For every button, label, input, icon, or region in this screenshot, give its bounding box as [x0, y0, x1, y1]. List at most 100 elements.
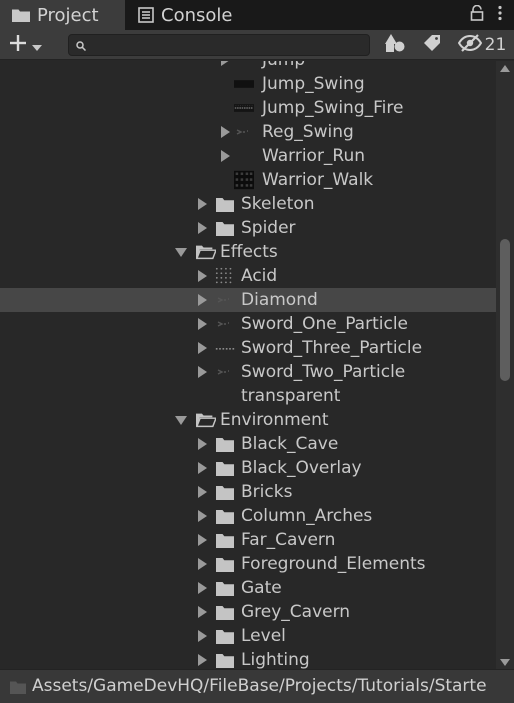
collapse-arrow-icon[interactable]: [195, 504, 209, 528]
tree-row-label: Diamond: [241, 290, 318, 310]
sprite-grid-thumb-icon: [234, 170, 254, 190]
tree-row[interactable]: Black_Overlay: [0, 456, 496, 480]
tree-row[interactable]: Sword_One_Particle: [0, 312, 496, 336]
folder-icon: [215, 555, 235, 573]
folder-icon: [215, 651, 235, 669]
lock-icon[interactable]: [470, 4, 484, 25]
tree-row[interactable]: Skeleton: [0, 192, 496, 216]
collapse-arrow-icon[interactable]: [195, 456, 209, 480]
eye-slash-icon: [457, 33, 482, 57]
create-asset-button[interactable]: [8, 33, 52, 57]
tab-console-label: Console: [161, 4, 233, 26]
collapse-arrow-icon[interactable]: [195, 552, 209, 576]
tree-row[interactable]: Reg_Swing: [0, 120, 496, 144]
scrollbar-thumb[interactable]: [500, 239, 510, 381]
asset-path: Assets/GameDevHQ/FileBase/Projects/Tutor…: [32, 676, 487, 696]
search-box[interactable]: [68, 34, 370, 56]
tree-row[interactable]: Jump_Swing: [0, 72, 496, 96]
collapse-arrow-icon[interactable]: [195, 648, 209, 669]
tree-row-label: Warrior_Run: [262, 146, 366, 166]
collapse-arrow-icon[interactable]: [218, 61, 232, 72]
tree-row[interactable]: Lighting: [0, 648, 496, 669]
tree-row[interactable]: Jump_Swing_Fire: [0, 96, 496, 120]
tree-row[interactable]: Warrior_Run: [0, 144, 496, 168]
search-input[interactable]: [92, 37, 362, 53]
tree-row-label: Black_Overlay: [241, 458, 362, 478]
search-by-type-button[interactable]: [378, 33, 412, 57]
tree-row[interactable]: Acid: [0, 264, 496, 288]
collapse-arrow-icon[interactable]: [218, 120, 232, 144]
tree-row[interactable]: Warrior_Walk: [0, 168, 496, 192]
tree-row[interactable]: Bricks: [0, 480, 496, 504]
tree-row[interactable]: Grey_Cavern: [0, 600, 496, 624]
console-icon: [138, 7, 154, 23]
tree-row-label: Acid: [241, 266, 278, 286]
tab-project-label: Project: [37, 4, 99, 26]
tree-row-label: Gate: [241, 578, 282, 598]
tree-row-label: Warrior_Walk: [262, 170, 374, 190]
expand-arrow-icon[interactable]: [174, 240, 188, 264]
collapse-arrow-icon[interactable]: [195, 192, 209, 216]
collapse-arrow-icon[interactable]: [195, 624, 209, 648]
folder-open-icon: [196, 411, 216, 429]
tree-row[interactable]: Sword_Three_Particle: [0, 336, 496, 360]
collapse-arrow-icon[interactable]: [195, 288, 209, 312]
collapse-arrow-icon[interactable]: [195, 264, 209, 288]
folder-icon: [215, 483, 235, 501]
more-options-icon[interactable]: [498, 5, 502, 25]
path-bar: Assets/GameDevHQ/FileBase/Projects/Tutor…: [0, 669, 514, 703]
vertical-scrollbar[interactable]: [496, 61, 514, 669]
tree-row[interactable]: Diamond: [0, 288, 496, 312]
collapse-arrow-icon[interactable]: [195, 432, 209, 456]
collapse-arrow-icon[interactable]: [195, 600, 209, 624]
tree-row-label: Environment: [220, 410, 329, 430]
tree-row-label: transparent: [241, 386, 341, 406]
tab-project[interactable]: Project: [0, 0, 125, 30]
folder-open-icon: [196, 243, 216, 261]
tree-row-label: Sword_Two_Particle: [241, 362, 406, 382]
tree-row[interactable]: Level: [0, 624, 496, 648]
folder-icon: [215, 531, 235, 549]
tree-row[interactable]: Foreground_Elements: [0, 552, 496, 576]
tree-row[interactable]: transparent: [0, 384, 496, 408]
plus-icon: [8, 33, 28, 57]
folder-icon: [10, 679, 26, 698]
scroll-up-button[interactable]: [496, 61, 514, 75]
sprite-faint-thumb-icon: [215, 363, 235, 381]
folder-icon: [215, 627, 235, 645]
tree-row-label: Skeleton: [241, 194, 315, 214]
tab-console[interactable]: Console: [126, 0, 286, 30]
search-by-label-button[interactable]: [416, 33, 448, 57]
collapse-arrow-icon[interactable]: [195, 528, 209, 552]
tree-row[interactable]: Spider: [0, 216, 496, 240]
window-tab-bar: Project Console: [0, 0, 514, 30]
tree-row-label: Sword_One_Particle: [241, 314, 409, 334]
tree-row-label: Lighting: [241, 650, 310, 669]
project-toolbar: 21: [0, 30, 514, 60]
tree-row[interactable]: Far_Cavern: [0, 528, 496, 552]
collapse-arrow-icon[interactable]: [195, 360, 209, 384]
tree-row[interactable]: Jump: [0, 61, 496, 72]
tree-row-label: Jump_Swing_Fire: [262, 98, 404, 118]
tree-row[interactable]: Effects: [0, 240, 496, 264]
folder-icon: [215, 507, 235, 525]
scroll-down-button[interactable]: [496, 655, 514, 669]
tree-row[interactable]: Environment: [0, 408, 496, 432]
tree-row-label: Level: [241, 626, 286, 646]
folder-icon: [215, 435, 235, 453]
collapse-arrow-icon[interactable]: [195, 312, 209, 336]
collapse-arrow-icon[interactable]: [195, 576, 209, 600]
collapse-arrow-icon[interactable]: [218, 144, 232, 168]
hidden-packages-toggle[interactable]: 21: [452, 33, 512, 57]
collapse-arrow-icon[interactable]: [195, 480, 209, 504]
tree-row[interactable]: Gate: [0, 576, 496, 600]
tree-row[interactable]: Black_Cave: [0, 432, 496, 456]
tree-row-label: Bricks: [241, 482, 293, 502]
project-tree: Jump Jump_Swing Jump_Swing_Fire Reg_Swing Wa…: [0, 61, 496, 669]
tree-row[interactable]: Column_Arches: [0, 504, 496, 528]
tree-row[interactable]: Sword_Two_Particle: [0, 360, 496, 384]
expand-arrow-icon[interactable]: [174, 408, 188, 432]
tree-row-label: Grey_Cavern: [241, 602, 351, 622]
collapse-arrow-icon[interactable]: [195, 336, 209, 360]
collapse-arrow-icon[interactable]: [195, 216, 209, 240]
